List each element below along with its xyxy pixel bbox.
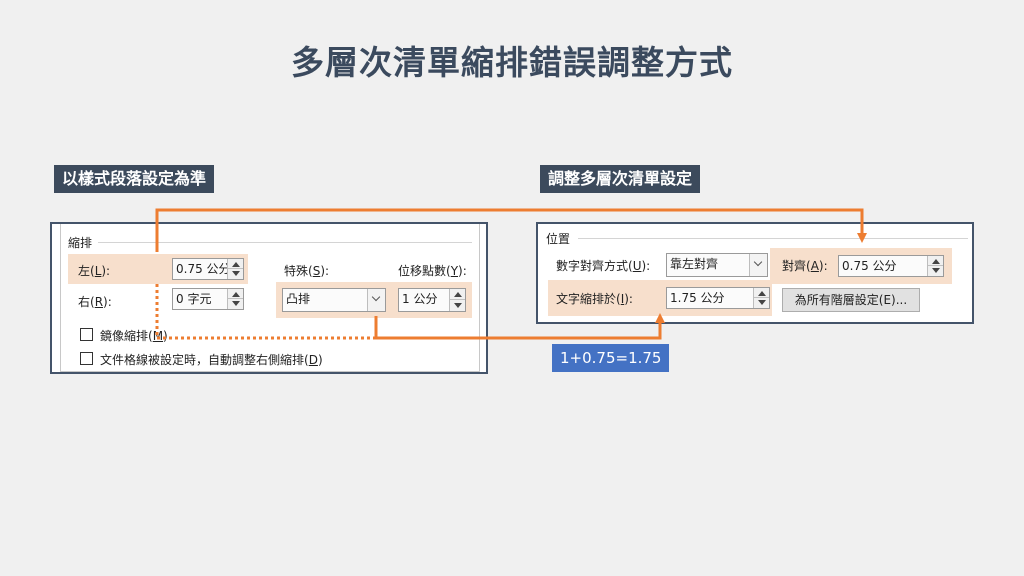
grid-auto-adjust-label: 文件格線被設定時，自動調整右側縮排(D) (100, 353, 323, 367)
right-indent-label: 右(R): (78, 295, 112, 309)
left-indent-value: 0.75 公分 (176, 262, 231, 276)
offset-spin-buttons[interactable] (449, 289, 465, 311)
mirror-indent-label: 鏡像縮排(M) (100, 329, 168, 343)
align-at-spinner[interactable]: 0.75 公分 (838, 255, 944, 277)
right-indent-spinner[interactable]: 0 字元 (172, 288, 244, 310)
offset-label: 位移點數(Y): (398, 264, 467, 278)
left-indent-spinner[interactable]: 0.75 公分 (172, 258, 244, 280)
set-all-levels-button[interactable]: 為所有階層設定(E)... (782, 288, 920, 312)
left-section-label: 以樣式段落設定為準 (54, 165, 215, 193)
right-indent-value: 0 字元 (176, 292, 212, 306)
text-indent-spin-buttons[interactable] (753, 288, 769, 308)
text-indent-spinner[interactable]: 1.75 公分 (666, 287, 770, 309)
indent-group-label: 縮排 (68, 236, 93, 250)
align-at-spin-buttons[interactable] (927, 256, 943, 276)
mirror-indent-checkbox[interactable] (80, 328, 93, 341)
align-at-value: 0.75 公分 (842, 259, 897, 273)
grid-auto-adjust-checkbox[interactable] (80, 352, 93, 365)
special-indent-label: 特殊(S): (284, 264, 330, 278)
slide-title: 多層次清單縮排錯誤調整方式 (291, 43, 733, 82)
left-indent-spin-buttons[interactable] (227, 259, 243, 279)
special-indent-dropdown[interactable]: 凸排 (282, 288, 386, 312)
chevron-down-icon[interactable] (749, 254, 767, 276)
align-at-label: 對齊(A): (782, 259, 828, 273)
position-group-label: 位置 (546, 232, 571, 246)
offset-value: 1 公分 (402, 292, 438, 306)
chevron-down-icon[interactable] (367, 289, 385, 311)
indent-group-divider (98, 242, 472, 243)
formula-badge: 1+0.75=1.75 (552, 344, 670, 372)
special-indent-value: 凸排 (286, 292, 311, 306)
paragraph-indent-panel: 縮排 左(L): 0.75 公分 右(R): 0 字元 特殊(S): 位移點數(… (50, 222, 488, 374)
position-group-divider (578, 238, 968, 239)
number-align-dropdown[interactable]: 靠左對齊 (666, 253, 768, 277)
text-indent-value: 1.75 公分 (670, 291, 725, 305)
offset-spinner[interactable]: 1 公分 (398, 288, 466, 312)
text-indent-label: 文字縮排於(I): (556, 292, 633, 306)
left-indent-label: 左(L): (78, 264, 111, 278)
right-section-label: 調整多層次清單設定 (540, 165, 701, 193)
number-align-value: 靠左對齊 (670, 257, 719, 271)
right-indent-spin-buttons[interactable] (227, 289, 243, 309)
list-position-panel: 位置 數字對齊方式(U): 靠左對齊 對齊(A): 0.75 公分 文字縮排於(… (536, 222, 974, 324)
number-align-label: 數字對齊方式(U): (556, 259, 651, 273)
